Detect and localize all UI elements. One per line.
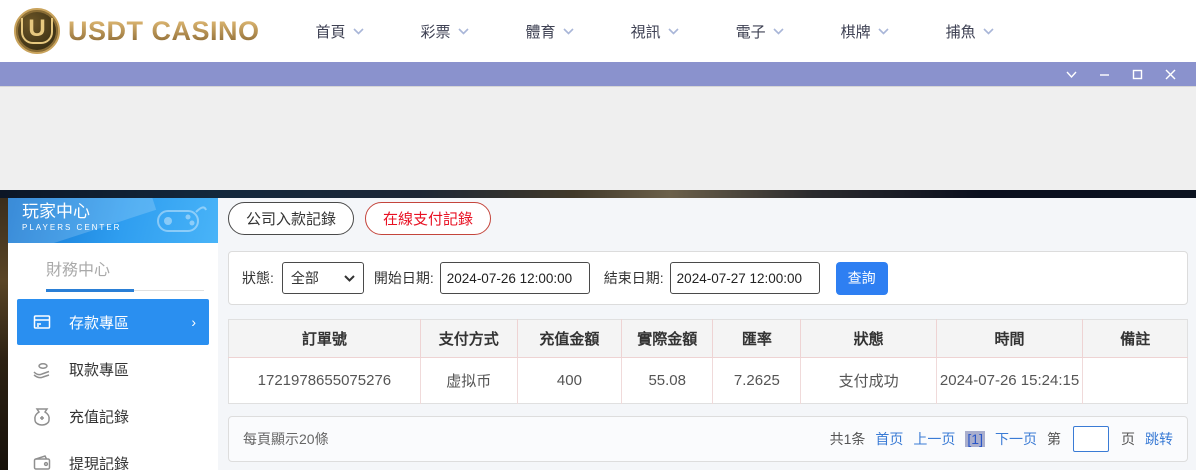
sidebar-item-label: 充值記錄	[69, 406, 129, 427]
col-payment-method: 支付方式	[420, 320, 517, 358]
pager: 共1条 首页 上一页 [1] 下一页 第 页 跳转	[830, 426, 1173, 452]
table-header-row: 訂單號 支付方式 充值金額 實際金額 匯率 狀態 時間 備註	[229, 320, 1188, 358]
sidebar-item-label: 提現記錄	[69, 453, 129, 470]
cell-recharge-amount: 400	[517, 358, 622, 404]
nav-item-live[interactable]: 視訊	[631, 21, 679, 42]
window-maximize-icon[interactable]	[1130, 67, 1144, 81]
start-date-input[interactable]	[440, 262, 590, 294]
table-row: 1721978655075276 虚拟币 400 55.08 7.2625 支付…	[229, 358, 1188, 404]
cell-actual-amount: 55.08	[622, 358, 713, 404]
nav-item-sports[interactable]: 體育	[526, 21, 574, 42]
cell-payment-method: 虚拟币	[420, 358, 517, 404]
record-tabs: 公司入款記錄 在線支付記錄	[228, 202, 1188, 235]
sidebar-header: 玩家中心 PLAYERS CENTER	[8, 198, 218, 243]
sidebar-subtitle: PLAYERS CENTER	[22, 223, 218, 232]
jump-button[interactable]: 跳转	[1145, 429, 1173, 449]
sidebar-item-recharge-records[interactable]: 充值記錄	[17, 393, 209, 439]
status-select[interactable]: 全部	[282, 262, 364, 294]
pagination-bar: 每頁顯示20條 共1条 首页 上一页 [1] 下一页 第 页 跳转	[228, 416, 1188, 462]
sidebar-item-withdrawal-records[interactable]: 提現記錄	[17, 440, 209, 470]
logo-coin-icon: U	[14, 8, 60, 54]
cell-time: 2024-07-26 15:24:15	[936, 358, 1083, 404]
page-background-edge	[0, 198, 8, 470]
wallet-icon	[32, 453, 52, 470]
chevron-down-icon	[983, 28, 994, 35]
chevron-down-icon	[668, 28, 679, 35]
chevron-down-icon	[353, 28, 364, 35]
chevron-down-icon	[458, 28, 469, 35]
records-table-container: 訂單號 支付方式 充值金額 實際金額 匯率 狀態 時間 備註 172197865…	[228, 319, 1188, 404]
tab-online-payment-records[interactable]: 在線支付記錄	[365, 202, 491, 235]
window-titlebar	[0, 62, 1196, 86]
tab-company-deposit-records[interactable]: 公司入款記錄	[228, 202, 354, 235]
status-label: 狀態:	[242, 268, 274, 288]
sidebar-item-withdraw-zone[interactable]: 取款專區	[17, 346, 209, 392]
nav-item-cards[interactable]: 棋牌	[841, 21, 889, 42]
filter-bar: 狀態: 全部 開始日期: 結束日期: 查詢	[228, 251, 1188, 305]
money-bag-icon	[32, 406, 52, 426]
sidebar-divider	[46, 289, 204, 292]
page-size-text: 每頁顯示20條	[243, 429, 329, 449]
nav-item-lottery[interactable]: 彩票	[421, 21, 469, 42]
end-date-label: 結束日期:	[604, 268, 664, 288]
deposit-card-icon	[32, 312, 52, 332]
window-body-empty	[0, 86, 1196, 190]
col-recharge-amount: 充值金額	[517, 320, 622, 358]
search-button[interactable]: 查詢	[836, 262, 888, 295]
main-region: 玩家中心 PLAYERS CENTER 財務中心 存款專區 › 取款專區	[0, 198, 1196, 470]
brand-logo[interactable]: U USDT CASINO	[14, 8, 260, 54]
window-minimize-icon[interactable]	[1097, 67, 1111, 81]
cell-order-number: 1721978655075276	[229, 358, 421, 404]
background-strip	[0, 190, 1196, 198]
status-selected-value: 全部	[291, 268, 319, 288]
chevron-right-icon: ›	[191, 314, 196, 330]
current-page-indicator: [1]	[965, 431, 985, 447]
window-collapse-icon[interactable]	[1064, 67, 1078, 81]
prev-page-link[interactable]: 上一页	[913, 429, 955, 449]
withdraw-hand-icon	[32, 359, 52, 379]
page-jump-input[interactable]	[1073, 426, 1109, 452]
sidebar-item-label: 取款專區	[69, 359, 129, 380]
top-navigation: U USDT CASINO 首頁 彩票 體育 視訊 電子 棋牌 捕魚	[0, 0, 1196, 62]
window-close-icon[interactable]	[1163, 67, 1177, 81]
col-time: 時間	[936, 320, 1083, 358]
chevron-down-icon	[773, 28, 784, 35]
next-page-link[interactable]: 下一页	[995, 429, 1037, 449]
brand-name: USDT CASINO	[68, 16, 260, 47]
first-page-link[interactable]: 首页	[875, 429, 903, 449]
cell-remark	[1083, 358, 1188, 404]
nav-item-home[interactable]: 首頁	[316, 21, 364, 42]
logo-letter: U	[21, 18, 52, 44]
col-exchange-rate: 匯率	[713, 320, 801, 358]
records-table: 訂單號 支付方式 充值金額 實際金額 匯率 狀態 時間 備註 172197865…	[228, 319, 1188, 404]
chevron-down-icon	[878, 28, 889, 35]
chevron-down-icon	[344, 275, 355, 282]
col-status: 狀態	[801, 320, 936, 358]
content-panel: 公司入款記錄 在線支付記錄 狀態: 全部 開始日期: 結束日期: 查詢	[228, 202, 1188, 462]
cell-exchange-rate: 7.2625	[713, 358, 801, 404]
total-count: 共1条	[830, 429, 866, 449]
start-date-label: 開始日期:	[374, 268, 434, 288]
sidebar: 玩家中心 PLAYERS CENTER 財務中心 存款專區 › 取款專區	[8, 198, 218, 470]
end-date-input[interactable]	[670, 262, 820, 294]
sidebar-item-label: 存款專區	[69, 312, 129, 333]
sidebar-item-deposit-zone[interactable]: 存款專區 ›	[17, 299, 209, 345]
jump-prefix-label: 第	[1047, 429, 1061, 449]
sidebar-title: 玩家中心	[22, 201, 218, 223]
col-actual-amount: 實際金額	[622, 320, 713, 358]
chevron-down-icon	[563, 28, 574, 35]
nav-item-slots[interactable]: 電子	[736, 21, 784, 42]
sidebar-section-title: 財務中心	[46, 256, 218, 280]
col-order-number: 訂單號	[229, 320, 421, 358]
jump-suffix-label: 页	[1121, 429, 1135, 449]
col-remark: 備註	[1083, 320, 1188, 358]
cell-status: 支付成功	[801, 358, 936, 404]
main-menu: 首頁 彩票 體育 視訊 電子 棋牌 捕魚	[316, 21, 1051, 42]
nav-item-fishing[interactable]: 捕魚	[946, 21, 994, 42]
